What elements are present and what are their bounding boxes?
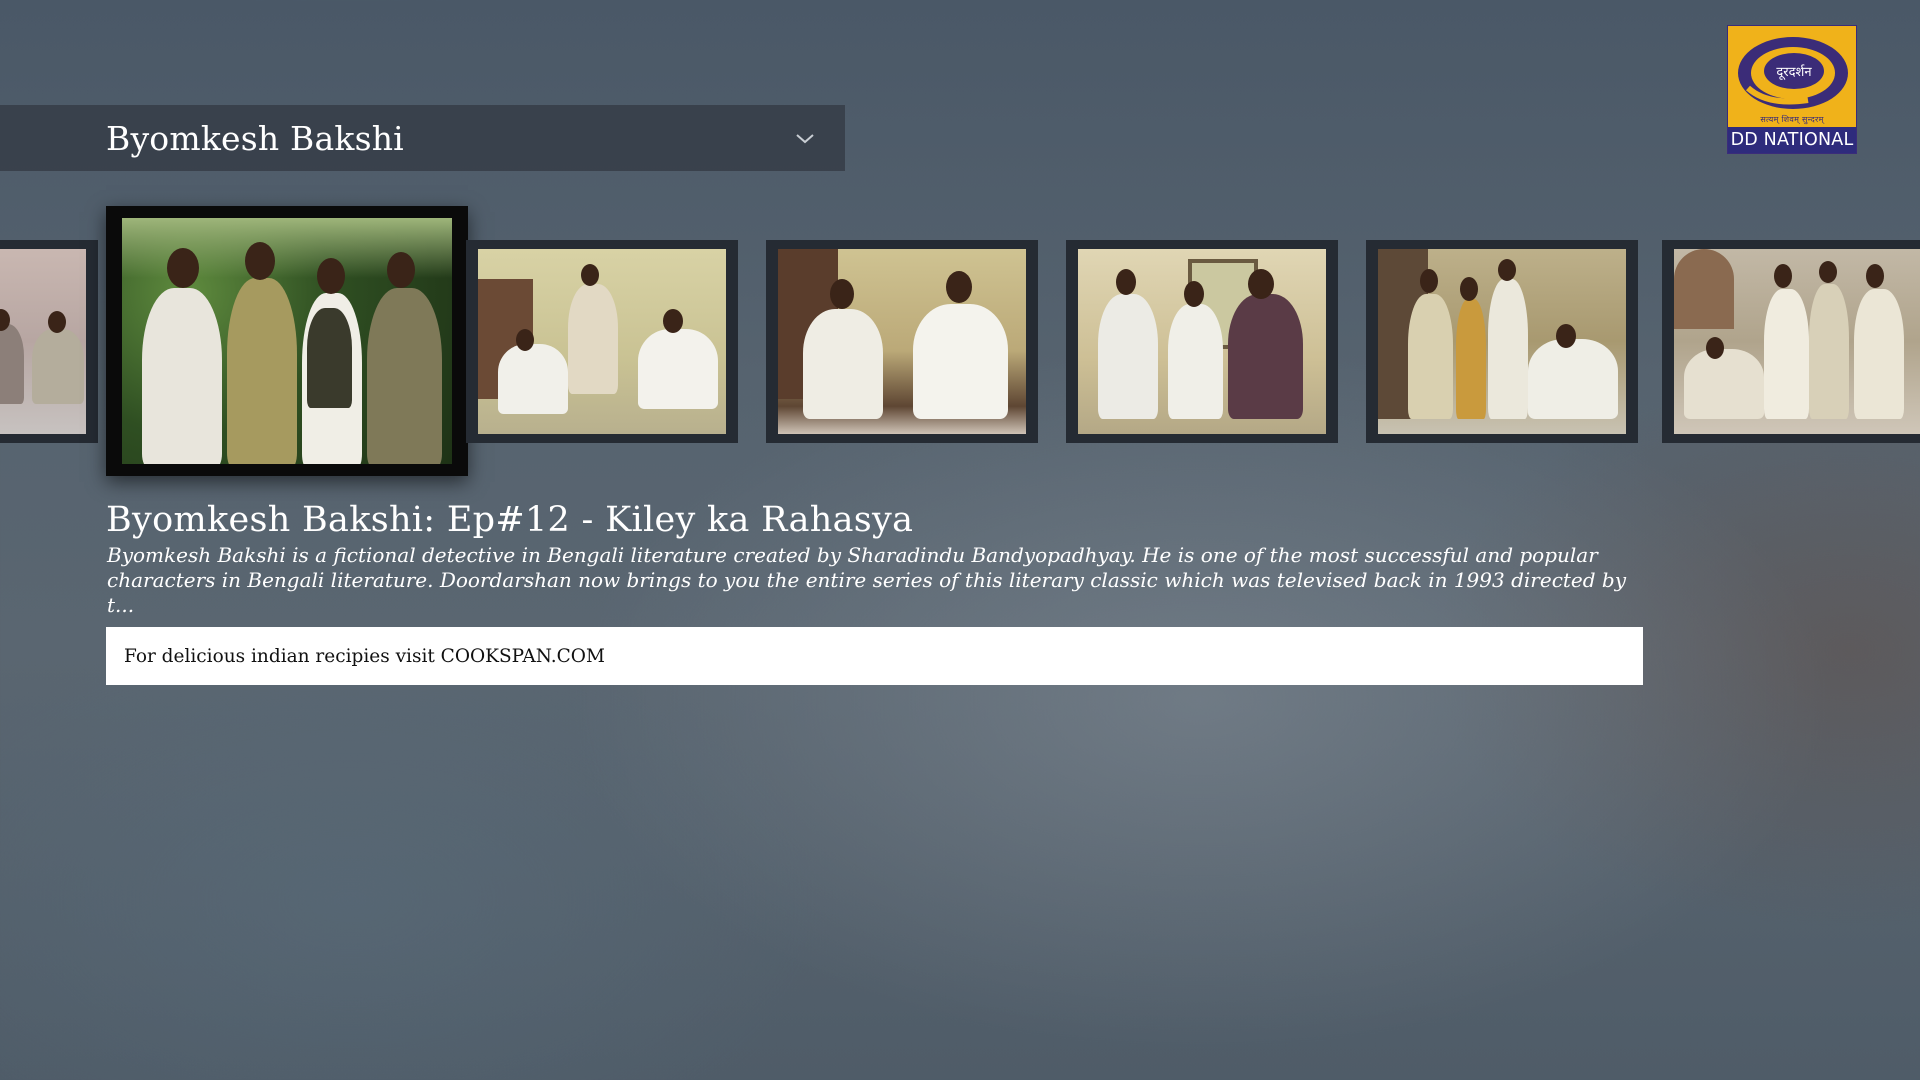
episode-thumbnail-image <box>0 249 86 434</box>
episode-thumbnail-image <box>1674 249 1920 434</box>
episode-thumbnail-image <box>1078 249 1326 434</box>
chevron-down-icon <box>793 126 817 150</box>
episode-thumbnail-image <box>778 249 1026 434</box>
hindi-wordmark: दूरदर्शन <box>1776 64 1812 80</box>
ad-banner-text: For delicious indian recipies visit COOK… <box>124 645 605 667</box>
channel-motto: सत्यम् शिवम् सुन्दरम् <box>1760 115 1824 124</box>
channel-brand: DD NATIONAL <box>1728 127 1856 153</box>
episode-thumbnail[interactable] <box>1366 240 1638 443</box>
episode-thumbnail-focused[interactable] <box>106 206 468 476</box>
show-selector-dropdown[interactable]: Byomkesh Bakshi <box>0 105 845 171</box>
episode-thumbnail[interactable] <box>0 240 98 443</box>
episode-thumbnail[interactable] <box>1662 240 1920 443</box>
episode-description-line: Byomkesh Bakshi is a fictional detective… <box>107 543 1598 567</box>
dd-national-logo: दूरदर्शन सत्यम् शिवम् सुन्दरम् DD NATION… <box>1727 25 1857 154</box>
episode-description: Byomkesh Bakshi is a fictional detective… <box>107 543 1652 618</box>
episode-thumbnail[interactable] <box>1066 240 1338 443</box>
show-title: Byomkesh Bakshi <box>106 118 404 158</box>
episode-title: Byomkesh Bakshi: Ep#12 - Kiley ka Rahasy… <box>106 500 914 540</box>
episode-strip <box>0 200 1920 490</box>
episode-thumbnail-image <box>122 218 452 464</box>
episode-thumbnail-image <box>1378 249 1626 434</box>
episode-thumbnail[interactable] <box>466 240 738 443</box>
ad-banner[interactable]: For delicious indian recipies visit COOK… <box>106 627 1643 685</box>
episode-description-line: characters in Bengali literature. Doorda… <box>107 568 1627 617</box>
episode-thumbnail[interactable] <box>766 240 1038 443</box>
episode-thumbnail-image <box>478 249 726 434</box>
